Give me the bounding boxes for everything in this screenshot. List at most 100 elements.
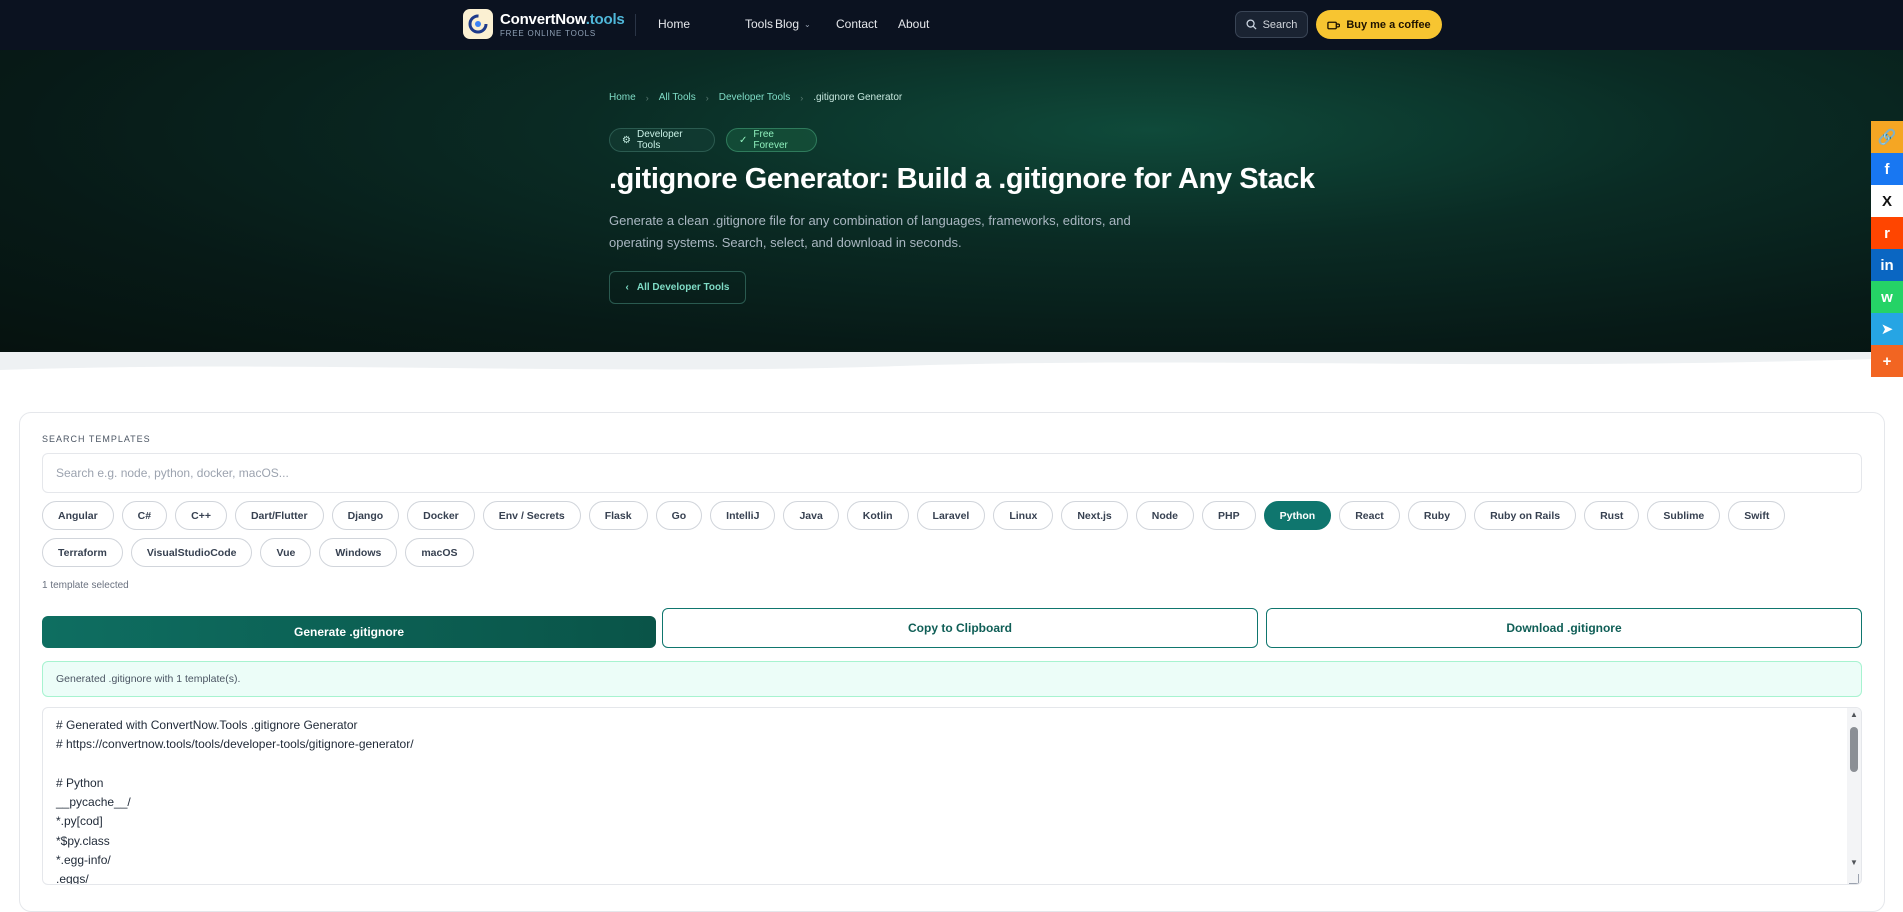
brand-tagline: FREE ONLINE TOOLS xyxy=(500,29,596,38)
template-chip[interactable]: Angular xyxy=(42,501,114,530)
facebook-icon: f xyxy=(1884,160,1890,178)
page-title: .gitignore Generator: Build a .gitignore… xyxy=(609,163,1315,195)
output-line: *.py[cod] xyxy=(56,814,103,829)
template-chip[interactable]: IntelliJ xyxy=(710,501,776,530)
search-button[interactable]: Search xyxy=(1235,11,1308,38)
template-chip[interactable]: Linux xyxy=(993,501,1054,530)
output-scrollbar[interactable]: ▲ ▼ xyxy=(1847,708,1861,884)
template-chip[interactable]: Ruby on Rails xyxy=(1474,501,1577,530)
nav-link-home[interactable]: Home xyxy=(658,17,690,31)
nav-link-blog[interactable]: Blog ⌄ xyxy=(775,17,811,31)
share-button-whatsapp[interactable]: w xyxy=(1871,281,1903,313)
chevron-down-icon: ⌄ xyxy=(804,19,811,29)
template-chip[interactable]: VisualStudioCode xyxy=(130,538,253,567)
share-button-reddit[interactable]: r xyxy=(1871,217,1903,249)
template-chip[interactable]: C# xyxy=(121,501,168,530)
nav-link-about[interactable]: About xyxy=(898,17,929,31)
template-chip[interactable]: Flask xyxy=(588,501,648,530)
output-line: .eggs/ xyxy=(56,872,89,885)
template-chip[interactable]: Java xyxy=(783,501,839,530)
template-search-input[interactable] xyxy=(42,453,1862,493)
share-button-facebook[interactable]: f xyxy=(1871,153,1903,185)
template-chip[interactable]: Laravel xyxy=(916,501,986,530)
telegram-icon: ➤ xyxy=(1880,321,1894,338)
copy-to-clipboard-button[interactable]: Copy to Clipboard xyxy=(662,608,1258,648)
scroll-down-arrow-icon[interactable]: ▼ xyxy=(1849,858,1859,868)
status-message: Generated .gitignore with 1 template(s). xyxy=(42,661,1862,697)
chevron-right-icon: › xyxy=(705,92,709,103)
selected-count: 1 template selected xyxy=(42,580,129,591)
check-icon: ✓ xyxy=(739,134,748,146)
gear-icon: ⚙ xyxy=(622,134,631,146)
share-button-copy-link[interactable]: 🔗 xyxy=(1871,121,1903,153)
template-chip[interactable]: Next.js xyxy=(1061,501,1128,530)
coffee-icon xyxy=(1327,21,1341,29)
breadcrumb-current: .gitignore Generator xyxy=(813,92,903,103)
share-button-linkedin[interactable]: in xyxy=(1871,249,1903,281)
chevron-right-icon: › xyxy=(645,92,649,103)
brand[interactable]: ConvertNow.tools FREE ONLINE TOOLS xyxy=(500,11,625,38)
output-line: # Generated with ConvertNow.Tools .gitig… xyxy=(56,718,358,732)
share-button-x[interactable]: X xyxy=(1871,185,1903,217)
breadcrumb: Home › All Tools › Developer Tools › .gi… xyxy=(609,92,902,103)
template-chip[interactable]: Ruby xyxy=(1407,501,1467,530)
social-share-bar: 🔗 f Xr in w ➤ + xyxy=(1871,121,1903,377)
free-badge: ✓ Free Forever xyxy=(726,128,817,152)
output-line: # Python xyxy=(56,775,104,790)
category-badge[interactable]: ⚙ Developer Tools xyxy=(609,128,715,152)
template-chip[interactable]: Swift xyxy=(1728,501,1786,530)
download-button[interactable]: Download .gitignore xyxy=(1266,608,1862,648)
template-chip[interactable]: Django xyxy=(331,501,400,530)
output-line: *.egg-info/ xyxy=(56,853,111,868)
breadcrumb-developer-tools[interactable]: Developer Tools xyxy=(719,92,791,103)
logo-icon xyxy=(468,14,488,34)
template-chip[interactable]: Windows xyxy=(319,538,398,567)
template-chip-list: Angular C# C++ Dart/Flutter Django Docker Env … xyxy=(42,501,1862,567)
back-to-developer-tools-button[interactable]: ‹ All Developer Tools xyxy=(609,271,746,304)
output-line: __pycache__/ xyxy=(56,795,131,810)
template-chip[interactable]: Go xyxy=(655,501,703,530)
search-templates-label: SEARCH TEMPLATES xyxy=(42,434,151,444)
whatsapp-icon: w xyxy=(1881,288,1893,306)
share-button-more-share[interactable]: + xyxy=(1871,345,1903,377)
site-logo[interactable] xyxy=(463,9,493,39)
chevron-right-icon: › xyxy=(800,92,804,103)
buy-coffee-button[interactable]: Buy me a coffee xyxy=(1316,10,1442,39)
template-chip[interactable]: PHP xyxy=(1202,501,1256,530)
template-chip[interactable]: C++ xyxy=(175,501,227,530)
category-badge-label: Developer Tools xyxy=(636,129,683,151)
template-chip[interactable]: React xyxy=(1339,501,1400,530)
share-button-telegram[interactable]: ➤ xyxy=(1871,313,1903,345)
nav-link-contact[interactable]: Contact xyxy=(836,17,877,31)
template-chip[interactable]: Kotlin xyxy=(846,501,909,530)
template-chip[interactable]: Node xyxy=(1135,501,1195,530)
template-chip[interactable]: Env / Secrets xyxy=(482,501,581,530)
scroll-up-arrow-icon[interactable]: ▲ xyxy=(1849,710,1859,720)
breadcrumb-home[interactable]: Home xyxy=(609,92,636,103)
template-chip[interactable]: macOS xyxy=(405,538,474,567)
breadcrumb-all-tools[interactable]: All Tools xyxy=(659,92,696,103)
template-chip[interactable]: Rust xyxy=(1584,501,1640,530)
x-icon: X xyxy=(1881,192,1892,210)
output-text: # Generated with ConvertNow.Tools .gitig… xyxy=(56,716,414,885)
top-navbar: ConvertNow.tools FREE ONLINE TOOLS Home … xyxy=(0,0,1903,50)
template-chip[interactable]: Dart/Flutter xyxy=(234,501,324,530)
template-chip[interactable]: Docker xyxy=(407,501,475,530)
gitignore-output-textarea[interactable]: # Generated with ConvertNow.Tools .gitig… xyxy=(42,707,1862,885)
search-button-label: Search xyxy=(1262,18,1298,31)
template-chip[interactable]: Terraform xyxy=(42,538,123,567)
template-chip[interactable]: Sublime xyxy=(1647,501,1721,530)
more-share-icon: + xyxy=(1882,352,1892,370)
template-chip[interactable]: Python xyxy=(1263,501,1332,530)
free-badge-label: Free Forever xyxy=(753,129,788,151)
output-line: *$py.class xyxy=(56,833,110,848)
page-description: Generate a clean .gitignore file for any… xyxy=(609,213,1131,250)
generate-button[interactable]: Generate .gitignore xyxy=(42,616,656,648)
template-chip[interactable]: Vue xyxy=(260,538,312,567)
copy-link-icon: 🔗 xyxy=(1877,129,1897,146)
linkedin-icon: in xyxy=(1880,256,1894,274)
resize-handle-icon[interactable] xyxy=(1849,874,1859,884)
hero-wave-divider xyxy=(0,352,1903,370)
scrollbar-thumb[interactable] xyxy=(1850,727,1858,772)
